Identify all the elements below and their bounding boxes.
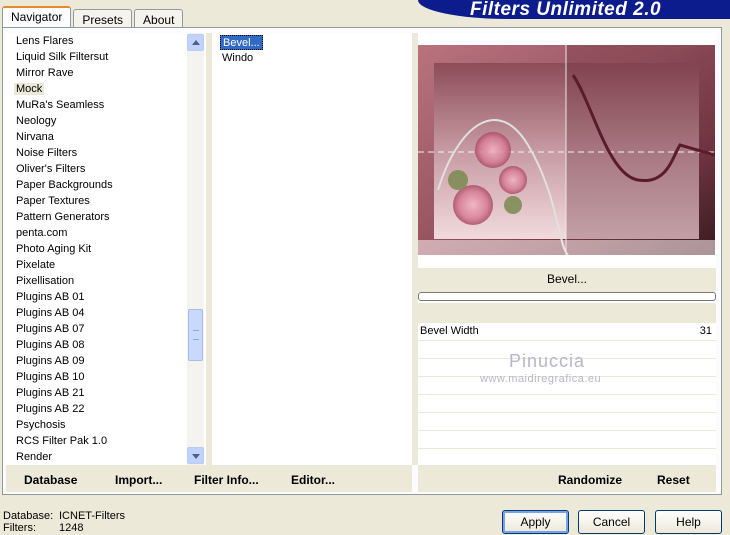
- tab-navigator[interactable]: Navigator: [2, 6, 72, 28]
- category-item[interactable]: Neology: [6, 113, 186, 129]
- preview-filter-name: Bevel...: [418, 268, 716, 292]
- filter-item-windo[interactable]: Windo: [220, 51, 255, 66]
- category-item[interactable]: penta.com: [6, 225, 186, 241]
- category-item[interactable]: Pattern Generators: [6, 209, 186, 225]
- progress-bar: [418, 292, 716, 301]
- category-item[interactable]: MuRa's Seamless: [6, 97, 186, 113]
- category-item[interactable]: Noise Filters: [6, 145, 186, 161]
- category-item-label: Pixelate: [16, 259, 56, 271]
- category-item[interactable]: Plugins AB 10: [6, 369, 186, 385]
- category-item-label: Render: [16, 451, 53, 463]
- category-item-label: Plugins AB 21: [16, 387, 85, 399]
- category-scrollbar[interactable]: [187, 33, 204, 465]
- category-item-label: Lens Flares: [16, 35, 74, 47]
- category-item-label: Noise Filters: [16, 147, 78, 159]
- banner-title: Filters Unlimited 2.0: [470, 0, 662, 20]
- category-item-label: Liquid Silk Filtersut: [16, 51, 109, 63]
- tab-strip: Navigator Presets About: [2, 6, 185, 28]
- category-item-label: RCS Filter Pak 1.0: [16, 435, 108, 447]
- category-item[interactable]: Mirror Rave: [6, 65, 186, 81]
- category-item-label: Oliver's Filters: [16, 163, 86, 175]
- category-item-label: Plugins AB 08: [16, 339, 85, 351]
- help-button[interactable]: Help: [655, 510, 722, 534]
- status-label: Database:: [3, 510, 54, 522]
- watermark-name: Pinuccia: [509, 351, 586, 371]
- param-row-empty: [418, 431, 716, 449]
- watermark-site: www.maidiregrafica.eu: [480, 373, 602, 385]
- category-item-label: Plugins AB 04: [16, 307, 85, 319]
- category-item-label: Mirror Rave: [16, 67, 74, 79]
- category-item-label: Photo Aging Kit: [16, 243, 92, 255]
- category-item-label: Neology: [16, 115, 57, 127]
- filter-list[interactable]: Bevel... Windo: [212, 33, 412, 465]
- category-item-label: Plugins AB 07: [16, 323, 85, 335]
- reset-button[interactable]: Reset: [657, 473, 690, 487]
- scroll-thumb[interactable]: [188, 309, 203, 361]
- import-button[interactable]: Import...: [115, 473, 162, 487]
- cancel-button[interactable]: Cancel: [578, 510, 645, 534]
- status-value: 1248: [59, 522, 84, 534]
- category-item[interactable]: Pixelate: [6, 257, 186, 273]
- category-item[interactable]: RCS Filter Pak 1.0: [6, 433, 186, 449]
- category-item[interactable]: Plugins AB 01: [6, 289, 186, 305]
- param-row-empty: [418, 395, 716, 413]
- scroll-down-icon[interactable]: [187, 447, 204, 464]
- category-item-label: Mock: [14, 83, 45, 95]
- category-item[interactable]: Lens Flares: [6, 33, 186, 49]
- param-row-empty: [418, 413, 716, 431]
- category-item[interactable]: Plugins AB 04: [6, 305, 186, 321]
- category-item-label: Plugins AB 22: [16, 403, 85, 415]
- category-item[interactable]: Plugins AB 21: [6, 385, 186, 401]
- category-item-label: Pixellisation: [16, 275, 75, 287]
- category-item-label: Plugins AB 10: [16, 371, 85, 383]
- apply-button[interactable]: Apply: [502, 510, 569, 534]
- status-value: ICNET-Filters: [59, 510, 125, 522]
- category-item[interactable]: Mock: [6, 81, 186, 97]
- param-value[interactable]: 31: [700, 323, 712, 340]
- category-item-label: Nirvana: [16, 131, 54, 143]
- status-label: Filters:: [3, 522, 36, 534]
- category-item-label: Pattern Generators: [16, 211, 110, 223]
- category-item-label: Psychosis: [16, 419, 66, 431]
- randomize-button[interactable]: Randomize: [558, 473, 622, 487]
- database-button[interactable]: Database: [24, 473, 77, 487]
- param-label: Bevel Width: [420, 325, 479, 337]
- category-item[interactable]: Paper Textures: [6, 193, 186, 209]
- editor-button[interactable]: Editor...: [291, 473, 335, 487]
- status-filters: Filters: 1248: [3, 522, 83, 534]
- category-item-label: Plugins AB 01: [16, 291, 85, 303]
- filter-info-button[interactable]: Filter Info...: [194, 473, 259, 487]
- category-list[interactable]: Lens Flares Liquid Silk Filtersut Mirror R…: [6, 33, 206, 465]
- category-item[interactable]: Render: [6, 449, 186, 465]
- category-item-label: penta.com: [16, 227, 68, 239]
- category-item[interactable]: Plugins AB 09: [6, 353, 186, 369]
- category-item-label: MuRa's Seamless: [16, 99, 105, 111]
- category-item[interactable]: Nirvana: [6, 129, 186, 145]
- category-item-label: Paper Textures: [16, 195, 90, 207]
- tab-presets[interactable]: Presets: [73, 9, 133, 28]
- category-item[interactable]: Photo Aging Kit: [6, 241, 186, 257]
- param-row-bevel-width[interactable]: Bevel Width 31: [418, 323, 716, 341]
- filter-item-bevel[interactable]: Bevel...: [220, 35, 263, 50]
- tab-about[interactable]: About: [134, 9, 184, 28]
- param-spacer: [418, 303, 716, 323]
- category-list-items: Lens Flares Liquid Silk Filtersut Mirror R…: [6, 33, 186, 465]
- category-item[interactable]: Oliver's Filters: [6, 161, 186, 177]
- category-item-label: Paper Backgrounds: [16, 179, 113, 191]
- category-item[interactable]: Plugins AB 07: [6, 321, 186, 337]
- parameter-list: Bevel Width 31: [418, 323, 716, 467]
- category-item[interactable]: Paper Backgrounds: [6, 177, 186, 193]
- category-item[interactable]: Plugins AB 22: [6, 401, 186, 417]
- status-database: Database: ICNET-Filters: [3, 510, 125, 522]
- scroll-up-icon[interactable]: [187, 34, 204, 51]
- preview-image[interactable]: [418, 45, 715, 255]
- category-item[interactable]: Pixellisation: [6, 273, 186, 289]
- category-item[interactable]: Liquid Silk Filtersut: [6, 49, 186, 65]
- category-item[interactable]: Psychosis: [6, 417, 186, 433]
- category-item[interactable]: Plugins AB 08: [6, 337, 186, 353]
- category-item-label: Plugins AB 09: [16, 355, 85, 367]
